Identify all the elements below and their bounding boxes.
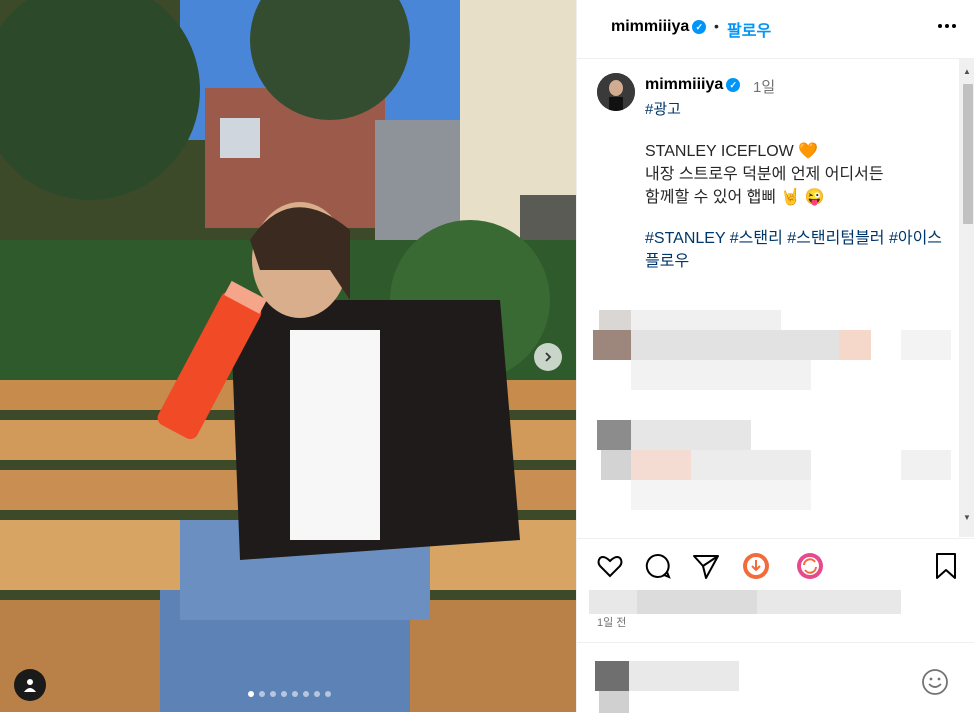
next-slide-button[interactable] [534, 343, 562, 371]
scroll-up-arrow[interactable]: ▲ [961, 66, 973, 78]
user-tag-icon [24, 679, 36, 692]
photo-scene [0, 0, 576, 712]
blurred-avatar [595, 661, 629, 691]
carousel-dot [270, 691, 276, 697]
comments-area: mimmiiiya ✓ 1일 #광고 STANLEY ICEFLOW 🧡 내장 스… [577, 59, 957, 537]
heart-icon[interactable] [595, 551, 625, 581]
comment-icon[interactable] [643, 551, 673, 581]
caption-username-text[interactable]: mimmiiiya [645, 76, 723, 93]
caption-username[interactable]: mimmiiiya ✓ [645, 76, 741, 94]
carousel-dot [259, 691, 265, 697]
carousel-dot [325, 691, 331, 697]
emoji-icon[interactable] [920, 667, 950, 697]
header-username-text[interactable]: mimmiiiya [611, 18, 689, 35]
follow-button[interactable]: 팔로우 [727, 17, 771, 41]
post-header: mimmiiiya ✓ • 팔로우 [577, 0, 974, 59]
chevron-right-icon [545, 352, 552, 362]
caption-line: 내장 스트로우 덕분에 언제 어디서든 [645, 166, 884, 183]
carousel-dot [281, 691, 287, 697]
carousel-dot [314, 691, 320, 697]
caption-hashtags[interactable]: #STANLEY #스탠리 #스탠리텀블러 #아이스플로우 [645, 227, 945, 273]
user-tag-button[interactable] [14, 669, 46, 701]
scrollbar-thumb[interactable] [963, 84, 973, 224]
carousel-dot [303, 691, 309, 697]
caption-line: STANLEY ICEFLOW 🧡 [645, 143, 819, 160]
more-options-icon[interactable] [935, 14, 959, 38]
avatar-image [597, 73, 635, 111]
blurred-block [599, 691, 629, 713]
verified-badge-icon: ✓ [692, 19, 707, 34]
ad-hashtag[interactable]: #광고 [645, 98, 681, 119]
carousel-dot [292, 691, 298, 697]
avatar[interactable] [597, 73, 635, 111]
header-separator: • [714, 18, 719, 34]
caption-text: STANLEY ICEFLOW 🧡 내장 스트로우 덕분에 언제 어디서든 함께… [645, 140, 945, 209]
download-badge-icon[interactable] [741, 551, 771, 581]
caption-time[interactable]: 1일 [753, 76, 775, 97]
post-photo [0, 0, 576, 712]
send-icon[interactable] [691, 551, 721, 581]
scroll-down-arrow[interactable]: ▼ [961, 512, 973, 524]
header-username[interactable]: mimmiiiya ✓ [611, 18, 707, 36]
refresh-badge-icon[interactable] [795, 551, 825, 581]
carousel-dot [248, 691, 254, 697]
post-panel: mimmiiiya ✓ • 팔로우 mimmiiiya ✓ 1일 #광고 STANL… [576, 0, 974, 713]
carousel-dots [248, 691, 331, 697]
bookmark-icon[interactable] [931, 551, 961, 581]
blurred-input[interactable] [629, 661, 739, 691]
post-date: 1일 전 [597, 617, 627, 629]
add-comment-bar [577, 642, 974, 713]
caption-line: 함께할 수 있어 햅삐 🤘 😜 [645, 189, 825, 206]
verified-badge-icon: ✓ [726, 77, 741, 92]
